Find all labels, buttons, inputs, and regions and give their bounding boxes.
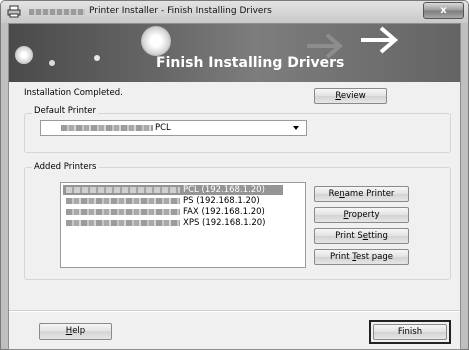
printer-name-redacted <box>66 209 180 215</box>
printer-list-item[interactable]: FAX (192.168.1.20) <box>63 207 283 217</box>
print-setting-button[interactable]: Print Setting <box>314 228 409 244</box>
finish-button[interactable]: Finish <box>373 324 447 340</box>
title-redacted-text <box>29 9 85 15</box>
default-printer-value: PCL <box>155 123 171 133</box>
window-title: Printer Installer - Finish Installing Dr… <box>89 6 272 16</box>
banner-bubble <box>94 55 100 61</box>
printer-list-item[interactable]: PCL (192.168.1.20) <box>63 185 283 195</box>
print-test-page-button[interactable]: Print Test page <box>314 249 409 265</box>
installer-window: Printer Installer - Finish Installing Dr… <box>0 0 469 350</box>
title-bar[interactable]: Printer Installer - Finish Installing Dr… <box>1 1 468 23</box>
installation-status: Installation Completed. <box>24 88 123 98</box>
printer-name-redacted <box>66 198 180 204</box>
added-printers-label: Added Printers <box>32 162 99 172</box>
footer-divider <box>9 310 460 312</box>
chevron-down-icon <box>293 126 299 130</box>
banner-bubble <box>49 60 55 66</box>
review-button[interactable]: Review <box>314 88 387 104</box>
default-printer-label: Default Printer <box>32 106 99 116</box>
property-button[interactable]: Property <box>314 207 409 223</box>
rename-printer-button[interactable]: Rename Printer <box>314 186 409 202</box>
banner-bubble <box>15 46 33 64</box>
printer-list-item[interactable]: PS (192.168.1.20) <box>63 196 283 206</box>
banner-title: Finish Installing Drivers <box>156 55 345 71</box>
printer-name-redacted <box>66 187 180 193</box>
printer-name-redacted <box>61 125 153 131</box>
added-printers-list[interactable]: PCL (192.168.1.20) PS (192.168.1.20) FAX… <box>60 182 306 268</box>
banner-bubble <box>141 26 171 56</box>
default-printer-select[interactable]: PCL <box>40 120 307 136</box>
printer-app-icon <box>7 5 21 18</box>
header-banner: Finish Installing Drivers <box>9 24 460 82</box>
close-button[interactable]: x <box>423 2 464 19</box>
printer-list-item[interactable]: XPS (192.168.1.20) <box>63 218 283 228</box>
printer-name-redacted <box>66 220 180 226</box>
arrow-right-icon <box>361 26 399 54</box>
help-button[interactable]: Help <box>39 323 112 340</box>
